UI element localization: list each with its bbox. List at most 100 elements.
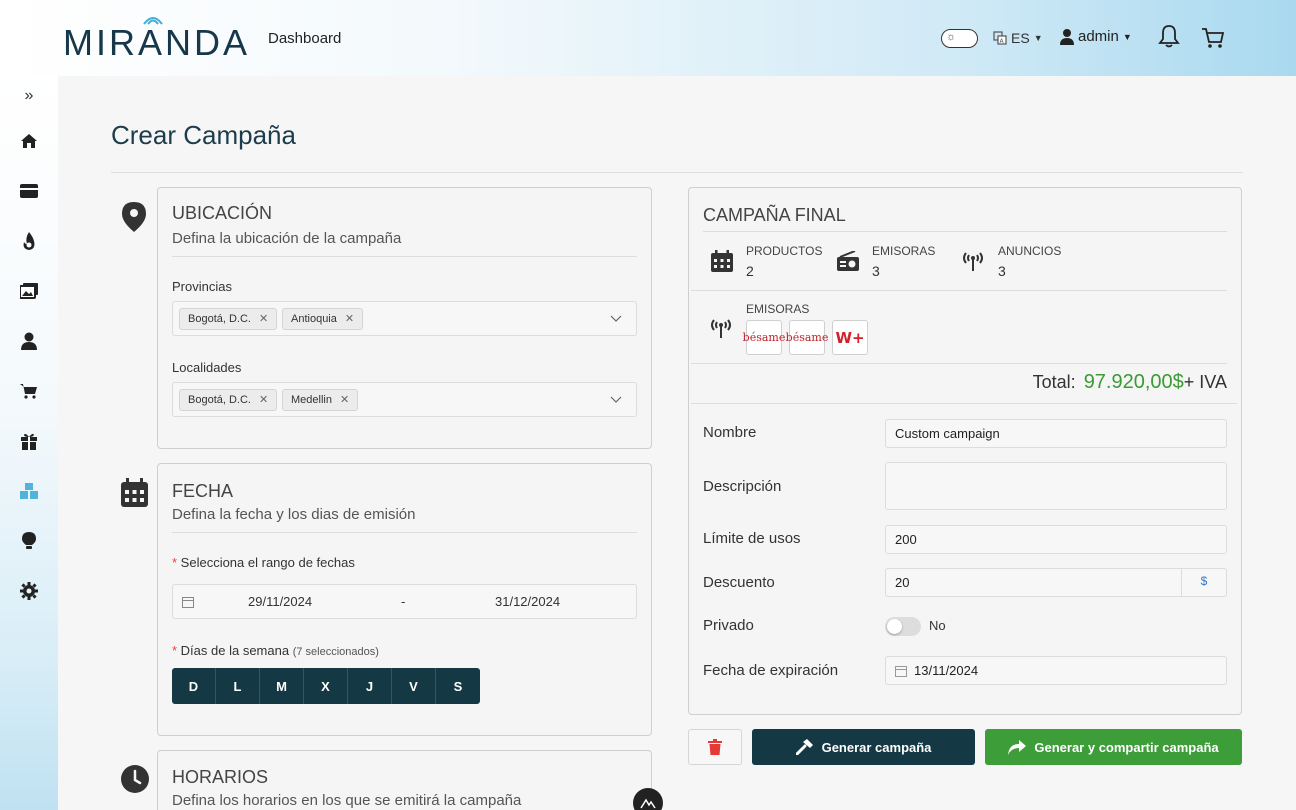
total-price: Total: 97.920,00$ + IVA — [1033, 371, 1227, 394]
station-logo-besame[interactable]: bésame — [743, 320, 785, 355]
station-logo-besame[interactable]: bésame — [786, 320, 828, 355]
delete-button[interactable] — [688, 729, 742, 765]
tag-label: Bogotá, D.C. — [188, 313, 251, 325]
provincia-tag[interactable]: Antioquia ✕ — [282, 308, 364, 330]
generate-share-button[interactable]: Generar y compartir campaña — [985, 729, 1242, 765]
horarios-title: HORARIOS — [172, 767, 269, 787]
generate-share-label: Generar y compartir campaña — [1034, 739, 1219, 755]
expand-sidebar-icon[interactable]: » — [17, 84, 41, 108]
remove-tag-icon[interactable]: ✕ — [340, 394, 349, 406]
boxes-icon[interactable] — [17, 479, 41, 503]
expiracion-input[interactable]: 13/11/2024 — [885, 656, 1227, 685]
trash-icon — [708, 739, 722, 755]
divider — [172, 256, 637, 257]
floating-devtools-button[interactable] — [633, 788, 663, 810]
descripcion-textarea[interactable] — [885, 462, 1227, 510]
broadcast-tower-icon — [963, 252, 983, 271]
day-toggle-saturday[interactable]: S — [436, 668, 480, 704]
remove-tag-icon[interactable]: ✕ — [259, 313, 268, 325]
station-logo-w[interactable]: W+ — [832, 320, 868, 355]
date-range-picker[interactable]: 29/11/2024 - 31/12/2024 — [172, 584, 637, 619]
localidad-tag[interactable]: Bogotá, D.C. ✕ — [179, 389, 278, 411]
toggle-knob — [887, 619, 902, 634]
bell-icon[interactable] — [1158, 24, 1180, 48]
anuncios-count: 3 — [998, 263, 1006, 279]
total-amount: 97.920,00$ — [1083, 371, 1184, 393]
brand-logo[interactable]: MIRANDA — [63, 17, 250, 64]
home-icon[interactable] — [17, 129, 41, 153]
fecha-title: FECHA — [172, 481, 234, 501]
provincia-tag[interactable]: Bogotá, D.C. ✕ — [179, 308, 278, 330]
days-label: * Días de la semana (7 seleccionados) — [172, 643, 379, 658]
chevron-down-icon[interactable] — [610, 312, 622, 324]
limite-input[interactable]: 200 — [885, 525, 1227, 554]
nombre-label: Nombre — [703, 424, 757, 441]
localidades-label: Localidades — [172, 360, 242, 375]
end-date[interactable]: 31/12/2024 — [495, 594, 560, 609]
credit-card-icon[interactable] — [17, 179, 41, 203]
date-separator: - — [401, 594, 406, 609]
images-icon[interactable] — [17, 279, 41, 303]
calendar-icon — [121, 478, 148, 507]
descuento-input[interactable]: 20 $ — [885, 568, 1227, 597]
horarios-card: HORARIOS Defina los horarios en los que … — [157, 750, 652, 810]
ubicacion-title: UBICACIÓN — [172, 203, 273, 223]
day-toggle-tuesday[interactable]: M — [260, 668, 304, 704]
divider — [703, 231, 1227, 232]
page-title: Crear Campaña — [111, 120, 296, 150]
divider — [691, 363, 1227, 364]
start-date[interactable]: 29/11/2024 — [248, 594, 312, 609]
mountain-logo-icon — [640, 798, 656, 809]
remove-tag-icon[interactable]: ✕ — [259, 394, 268, 406]
privado-toggle[interactable] — [885, 617, 921, 636]
campana-final-card: CAMPAÑA FINAL PRODUCTOS 2 EMISORAS 3 ANU… — [688, 187, 1242, 715]
lightbulb-icon[interactable] — [17, 529, 41, 553]
broadcast-tower-icon — [711, 319, 731, 338]
day-toggle-friday[interactable]: V — [392, 668, 436, 704]
top-bar: MIRANDA Dashboard ☼ A ES ▼ admin ▼ — [0, 0, 1296, 76]
user-name: admin — [1078, 28, 1119, 45]
main-content: Crear Campaña UBICACIÓN Defina la ubicac… — [58, 76, 1296, 810]
day-toggle-thursday[interactable]: J — [348, 668, 392, 704]
fire-icon[interactable] — [17, 229, 41, 253]
privado-label: Privado — [703, 617, 754, 634]
calendar-icon — [895, 666, 907, 677]
divider — [691, 290, 1227, 291]
ubicacion-subtitle: Defina la ubicación de la campaña — [172, 230, 402, 247]
caret-down-icon: ▼ — [1033, 33, 1043, 43]
nombre-input[interactable]: Custom campaign — [885, 419, 1227, 448]
emisoras-label: EMISORAS — [872, 244, 936, 258]
localidad-tag[interactable]: Medellin ✕ — [282, 389, 359, 411]
language-selector[interactable]: A ES ▼ — [993, 30, 1043, 46]
shopping-cart-icon[interactable] — [17, 379, 41, 403]
dashboard-link[interactable]: Dashboard — [268, 30, 341, 47]
generate-campaign-button[interactable]: Generar campaña — [752, 729, 975, 765]
cart-icon[interactable] — [1201, 26, 1225, 50]
divider — [172, 532, 637, 533]
radio-icon — [837, 251, 859, 271]
tag-label: Medellin — [291, 394, 332, 406]
theme-toggle[interactable]: ☼ — [941, 29, 978, 48]
day-toggle-wednesday[interactable]: X — [304, 668, 348, 704]
gift-icon[interactable] — [17, 429, 41, 453]
day-toggle-monday[interactable]: L — [216, 668, 260, 704]
user-menu[interactable]: admin ▼ — [1060, 28, 1132, 45]
calendar-icon — [711, 250, 733, 272]
remove-tag-icon[interactable]: ✕ — [345, 313, 354, 325]
map-marker-icon — [122, 202, 146, 232]
descuento-unit[interactable]: $ — [1181, 568, 1226, 597]
date-range-label: * Selecciona el rango de fechas — [172, 555, 355, 570]
chevron-down-icon[interactable] — [610, 393, 622, 405]
localidades-select[interactable]: Bogotá, D.C. ✕ Medellin ✕ — [172, 382, 637, 417]
total-suffix: + IVA — [1183, 372, 1227, 392]
tag-label: Antioquia — [291, 313, 337, 325]
privado-value: No — [929, 618, 946, 633]
gear-icon[interactable] — [17, 579, 41, 603]
day-toggle-sunday[interactable]: D — [172, 668, 216, 704]
provincias-select[interactable]: Bogotá, D.C. ✕ Antioquia ✕ — [172, 301, 637, 336]
divider — [111, 172, 1243, 173]
caret-down-icon: ▼ — [1122, 31, 1132, 42]
user-icon[interactable] — [17, 329, 41, 353]
descuento-value: 20 — [895, 575, 910, 590]
share-arrow-icon — [1008, 739, 1027, 755]
